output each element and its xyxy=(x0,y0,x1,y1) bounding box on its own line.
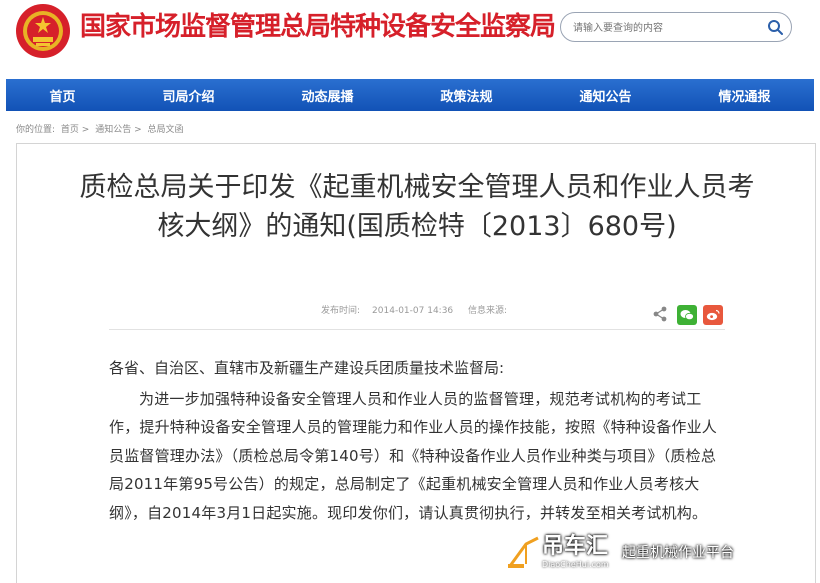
crane-logo-icon xyxy=(508,536,539,568)
meta-divider xyxy=(109,329,725,330)
publish-time: 2014-01-07 14:36 xyxy=(372,306,454,316)
watermark-domain: DiaoCheHui.com xyxy=(542,560,609,569)
share-icon[interactable] xyxy=(651,305,669,323)
weibo-share-button[interactable] xyxy=(703,305,723,325)
breadcrumb: 你的位置: 首页 > 通知公告 > 总局文函 xyxy=(16,122,187,135)
breadcrumb-item-home[interactable]: 首页 > xyxy=(61,125,89,135)
nav-item-home[interactable]: 首页 xyxy=(35,86,89,105)
breadcrumb-item-notices[interactable]: 通知公告 > xyxy=(95,125,141,135)
search-box[interactable] xyxy=(560,12,792,42)
national-emblem-icon xyxy=(16,4,70,58)
breadcrumb-item-letters[interactable]: 总局文函 xyxy=(147,125,183,135)
nav-item-news[interactable]: 动态展播 xyxy=(287,86,367,105)
article-panel: 质检总局关于印发《起重机械安全管理人员和作业人员考核大纲》的通知(国质检特〔20… xyxy=(16,143,816,583)
publish-label: 发布时间: xyxy=(321,306,361,316)
watermark-brand: 吊车汇 xyxy=(542,534,609,559)
article-meta: 发布时间: 2014-01-07 14:36 信息来源: xyxy=(321,303,531,316)
source-label: 信息来源: xyxy=(468,306,508,316)
weibo-icon xyxy=(706,309,720,321)
site-title[interactable]: 国家市场监督管理总局特种设备安全监察局 xyxy=(80,10,556,44)
search-icon[interactable] xyxy=(767,19,783,35)
wechat-share-button[interactable] xyxy=(677,305,697,325)
nav-item-about[interactable]: 司局介绍 xyxy=(148,86,228,105)
watermark: 吊车汇 DiaoCheHui.com 起重机械作业平台 xyxy=(506,534,816,574)
nav-item-policy[interactable]: 政策法规 xyxy=(426,86,506,105)
wechat-icon xyxy=(680,310,694,321)
nav-item-notices[interactable]: 通知公告 xyxy=(565,86,645,105)
watermark-author: 起重机械作业平台 xyxy=(622,545,734,561)
article-salutation: 各省、自治区、直辖市及新疆生产建设兵团质量技术监督局: xyxy=(109,359,505,377)
article-body: 各省、自治区、直辖市及新疆生产建设兵团质量技术监督局: 为进一步加强特种设备安全… xyxy=(109,354,729,527)
breadcrumb-prefix: 你的位置: xyxy=(16,125,56,135)
article-title: 质检总局关于印发《起重机械安全管理人员和作业人员考核大纲》的通知(国质检特〔20… xyxy=(79,172,755,242)
site-header: 国家市场监督管理总局特种设备安全监察局 xyxy=(0,0,820,72)
nav-item-reports[interactable]: 情况通报 xyxy=(704,86,784,105)
main-nav: 首页 司局介绍 动态展播 政策法规 通知公告 情况通报 xyxy=(6,79,814,111)
article-paragraph: 为进一步加强特种设备安全管理人员和作业人员的监督管理，规范考试机构的考试工作，提… xyxy=(109,389,718,522)
search-input[interactable] xyxy=(571,18,755,38)
